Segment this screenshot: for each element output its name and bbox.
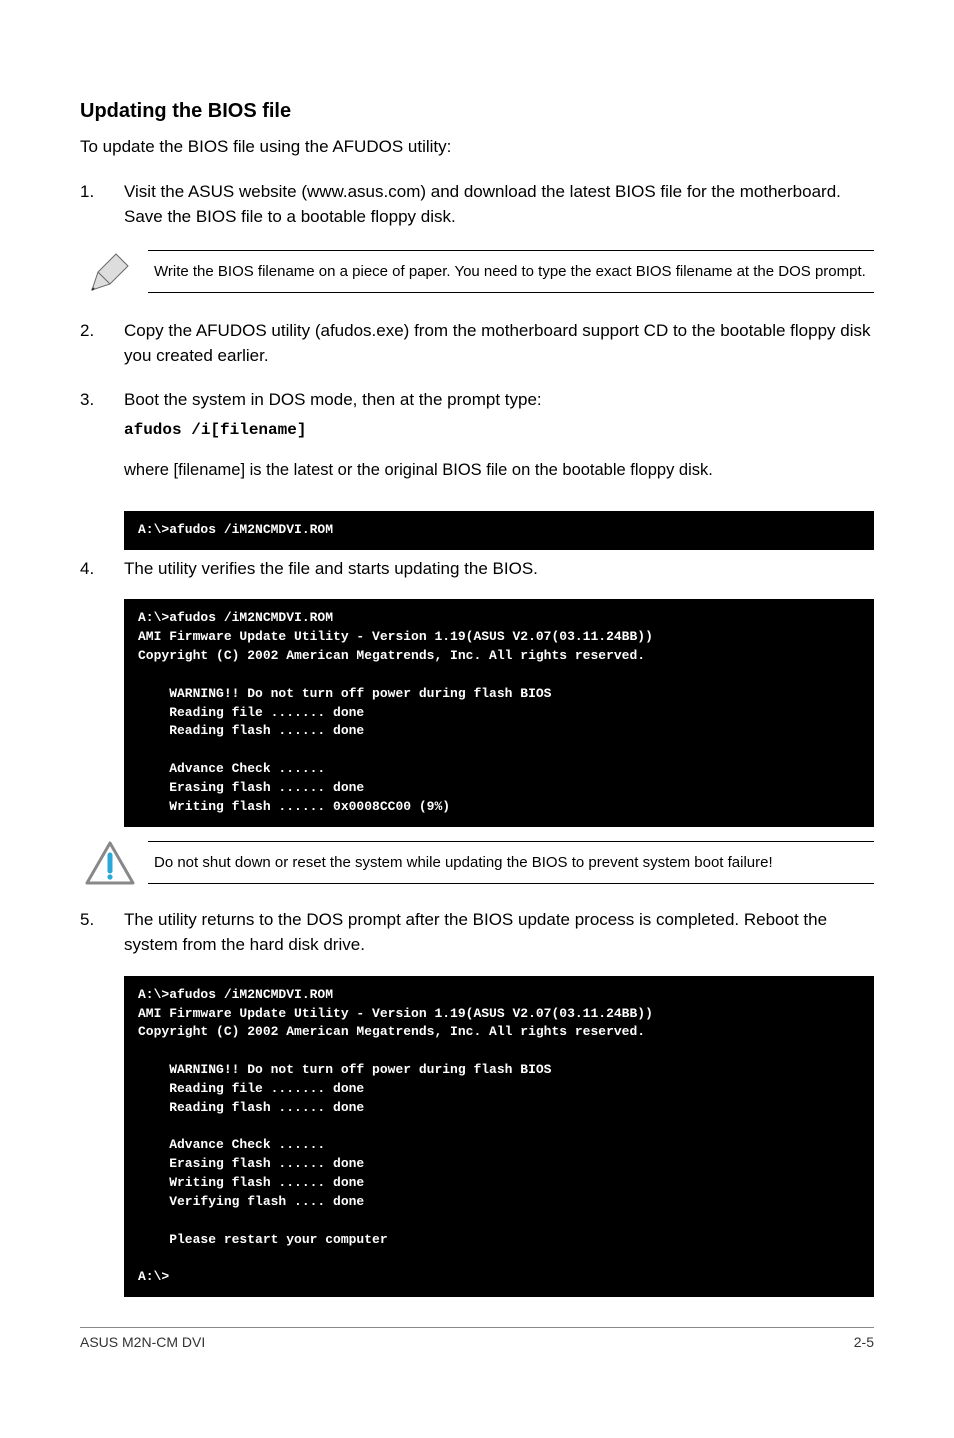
step-number: 5. — [80, 907, 124, 958]
step-number: 2. — [80, 318, 124, 369]
note-text: Do not shut down or reset the system whi… — [148, 841, 874, 884]
step-number: 4. — [80, 556, 124, 582]
terminal-output-2: A:\>afudos /iM2NCMDVI.ROM AMI Firmware U… — [124, 599, 874, 826]
page-footer: ASUS M2N-CM DVI 2-5 — [80, 1327, 874, 1350]
step-2: 2. Copy the AFUDOS utility (afudos.exe) … — [80, 318, 874, 369]
step-text-inner: Boot the system in DOS mode, then at the… — [124, 390, 542, 409]
footer-left: ASUS M2N-CM DVI — [80, 1334, 205, 1350]
section-heading: Updating the BIOS file — [80, 100, 874, 123]
step-text: The utility returns to the DOS prompt af… — [124, 907, 874, 958]
step-text: Boot the system in DOS mode, then at the… — [124, 387, 874, 493]
step-3: 3. Boot the system in DOS mode, then at … — [80, 387, 874, 493]
step-list-cont2: 4. The utility verifies the file and sta… — [80, 556, 874, 582]
note-warning: Do not shut down or reset the system whi… — [80, 841, 874, 885]
step-5: 5. The utility returns to the DOS prompt… — [80, 907, 874, 958]
step-4: 4. The utility verifies the file and sta… — [80, 556, 874, 582]
step-text: Copy the AFUDOS utility (afudos.exe) fro… — [124, 318, 874, 369]
step-list-cont: 2. Copy the AFUDOS utility (afudos.exe) … — [80, 318, 874, 493]
pencil-icon — [80, 248, 140, 296]
terminal-output-1: A:\>afudos /iM2NCMDVI.ROM — [124, 511, 874, 550]
note-text: Write the BIOS filename on a piece of pa… — [148, 250, 874, 293]
step-text: Visit the ASUS website (www.asus.com) an… — [124, 179, 874, 230]
step-list: 1. Visit the ASUS website (www.asus.com)… — [80, 179, 874, 230]
footer-right: 2-5 — [854, 1334, 874, 1350]
step-number: 3. — [80, 387, 124, 493]
where-text: where [filename] is the latest or the or… — [124, 458, 874, 483]
intro-text: To update the BIOS file using the AFUDOS… — [80, 135, 874, 159]
step-list-cont3: 5. The utility returns to the DOS prompt… — [80, 907, 874, 958]
terminal-output-3: A:\>afudos /iM2NCMDVI.ROM AMI Firmware U… — [124, 976, 874, 1298]
step-text: The utility verifies the file and starts… — [124, 556, 874, 582]
note-pencil: Write the BIOS filename on a piece of pa… — [80, 248, 874, 296]
command-text: afudos /i[filename] — [124, 418, 874, 442]
page-content: Updating the BIOS file To update the BIO… — [0, 0, 954, 1390]
step-number: 1. — [80, 179, 124, 230]
step-1: 1. Visit the ASUS website (www.asus.com)… — [80, 179, 874, 230]
warning-icon — [80, 841, 140, 885]
